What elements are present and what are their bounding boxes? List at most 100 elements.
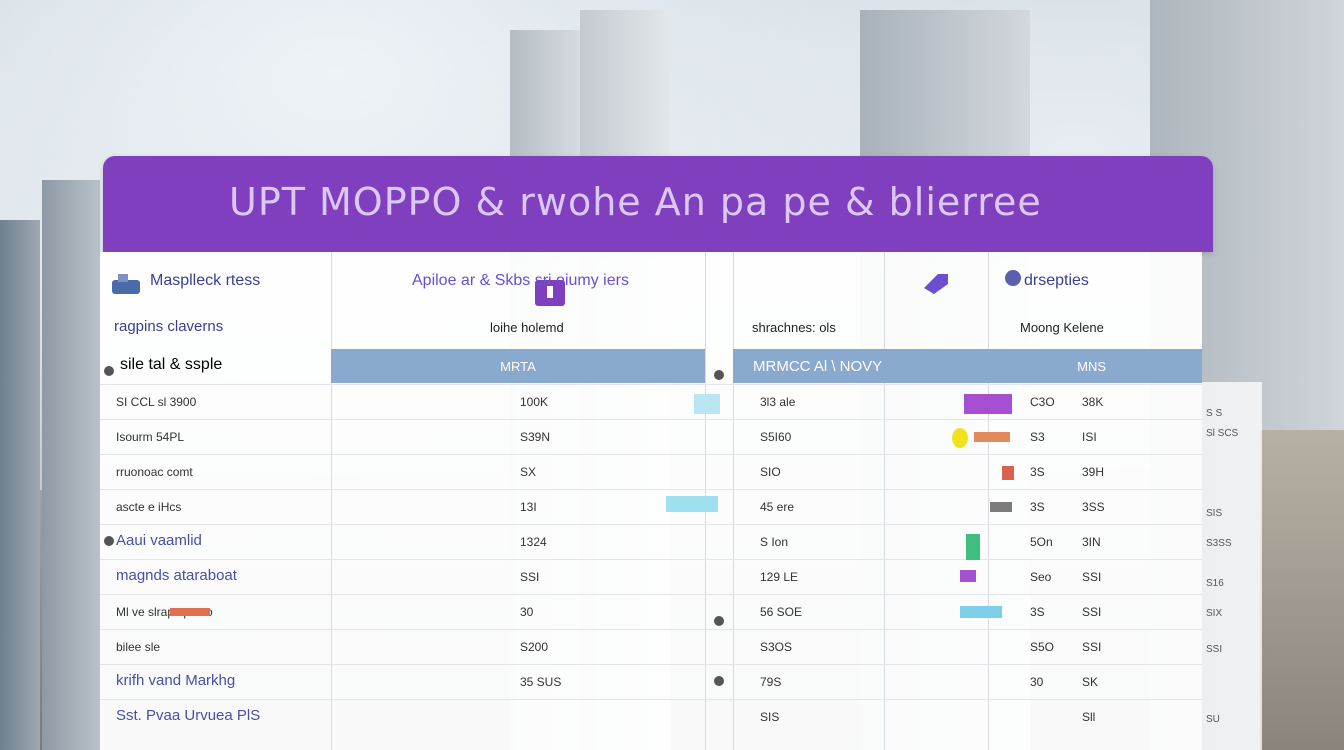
table-row[interactable]: Sst. Pvaa Urvuea PlS SIS Sll bbox=[100, 699, 1202, 734]
row-label: Isourm 54PL bbox=[116, 430, 185, 444]
subheader-bar-mid: MRTA bbox=[331, 349, 705, 383]
row-value: SIS bbox=[760, 710, 780, 724]
column-header: Apiloe ar & Skbs sri oiumy iers bbox=[412, 272, 629, 289]
row-label: SI CCL sl 3900 bbox=[116, 395, 197, 409]
row-value: SSI bbox=[1082, 640, 1102, 654]
row-value: 13I bbox=[520, 500, 537, 514]
row-value: 3S bbox=[1030, 465, 1045, 479]
table-row[interactable]: ascte e iHcs 13I 45 ere 3S 3SS bbox=[100, 489, 1202, 524]
table-row[interactable]: Isourm 54PL S39N S5I60 S3 ISI bbox=[100, 419, 1202, 454]
row-value: SK bbox=[1082, 675, 1099, 689]
row-value: 3l3 ale bbox=[760, 395, 796, 409]
table-row[interactable]: bilee sle S200 S3OS S5O SSI bbox=[100, 629, 1202, 664]
row-label: krifh vand Markhg bbox=[116, 672, 236, 689]
table-row[interactable]: SI CCL sl 3900 100K 3l3 ale C3O 38K bbox=[100, 384, 1202, 419]
row-handle[interactable] bbox=[714, 616, 724, 626]
table-row[interactable]: krifh vand Markhg 35 SUS 79S 30 SK bbox=[100, 664, 1202, 699]
column-subheader: Moong Kelene bbox=[1020, 320, 1104, 335]
column-header: drsepties bbox=[1024, 272, 1089, 289]
building bbox=[1260, 430, 1344, 750]
status-marker bbox=[960, 606, 1002, 618]
row-handle[interactable] bbox=[714, 676, 724, 686]
tag-icon bbox=[924, 274, 948, 294]
row-handle[interactable] bbox=[104, 366, 114, 376]
row-label: ascte e iHcs bbox=[116, 500, 182, 514]
status-marker bbox=[974, 432, 1010, 442]
row-value: 30 bbox=[1030, 675, 1044, 689]
building bbox=[42, 180, 100, 750]
row-label: Aaui vaamlid bbox=[116, 532, 202, 549]
row-value: 3S bbox=[1030, 500, 1045, 514]
status-marker bbox=[966, 534, 980, 560]
side-cell: S16 bbox=[1206, 578, 1224, 589]
row-value: 79S bbox=[760, 675, 782, 689]
row-handle[interactable] bbox=[104, 536, 114, 546]
row-value: 35 SUS bbox=[520, 675, 562, 689]
row-value: C3O bbox=[1030, 395, 1055, 409]
status-marker bbox=[666, 496, 718, 512]
row-value: 3SS bbox=[1082, 500, 1105, 514]
status-marker bbox=[964, 394, 1012, 414]
side-cell: Sl SCS bbox=[1206, 428, 1239, 439]
row-value: 5On bbox=[1030, 535, 1053, 549]
row-value: S200 bbox=[520, 640, 549, 654]
column-subheader: ragpins claverns bbox=[114, 318, 224, 335]
row-value: 3IN bbox=[1082, 535, 1101, 549]
row-value: S5O bbox=[1030, 640, 1055, 654]
boat-icon bbox=[112, 274, 140, 294]
row-label: magnds ataraboat bbox=[116, 567, 237, 584]
row-value: 100K bbox=[520, 395, 549, 409]
pin-icon bbox=[1005, 270, 1021, 286]
row-value: SX bbox=[520, 465, 537, 479]
status-marker bbox=[694, 394, 720, 414]
row-value: ISI bbox=[1082, 430, 1097, 444]
column-header: Masplleck rtess bbox=[150, 272, 261, 289]
row-value: Sll bbox=[1082, 710, 1096, 724]
side-cell: SIS bbox=[1206, 508, 1223, 519]
row-value: S39N bbox=[520, 430, 551, 444]
table-row[interactable]: Aaui vaamlid 1324 S Ion 5On 3IN bbox=[100, 524, 1202, 559]
title-banner: UPT MOPPO & rwohe An pa pe & blierree bbox=[103, 156, 1213, 252]
subheader-right-label: MRMCC Al \ NOVY bbox=[753, 357, 883, 375]
side-cell: SU bbox=[1206, 714, 1220, 725]
row-value: SSI bbox=[1082, 605, 1102, 619]
status-marker bbox=[960, 570, 976, 582]
row-label: Sst. Pvaa Urvuea PlS bbox=[116, 707, 261, 724]
table-row[interactable]: Ml ve slrap spesto 30 56 SOE 3S SSI bbox=[100, 594, 1202, 629]
row-value: 1324 bbox=[520, 535, 547, 549]
row-value: 30 bbox=[520, 605, 534, 619]
row-value: 56 SOE bbox=[760, 605, 803, 619]
row-label: rruonoac comt bbox=[116, 465, 193, 479]
row-value: 39H bbox=[1082, 465, 1105, 479]
column-subheader: loihe holemd bbox=[490, 320, 564, 335]
row-value: 3S bbox=[1030, 605, 1045, 619]
banner-title: UPT MOPPO & rwohe An pa pe & blierree bbox=[229, 180, 1042, 224]
row-value: S3OS bbox=[760, 640, 793, 654]
row-label: bilee sle bbox=[116, 640, 161, 654]
row-value: SIO bbox=[760, 465, 781, 479]
row-value: Seo bbox=[1030, 570, 1052, 584]
row-value: SSI bbox=[520, 570, 540, 584]
status-marker bbox=[1002, 466, 1014, 480]
table-row[interactable]: magnds ataraboat SSI 129 LE Seo SSI bbox=[100, 559, 1202, 594]
row-value: S Ion bbox=[760, 535, 789, 549]
side-cell: S S bbox=[1206, 408, 1223, 419]
row-value: 45 ere bbox=[760, 500, 795, 514]
row-value: S5I60 bbox=[760, 430, 792, 444]
data-sheet: Masplleck rtess Apiloe ar & Skbs sri oiu… bbox=[100, 252, 1202, 750]
row-handle[interactable] bbox=[714, 370, 724, 380]
status-marker bbox=[170, 608, 210, 616]
side-cell: S3SS bbox=[1206, 538, 1232, 549]
side-cell: SIX bbox=[1206, 608, 1223, 619]
subheader-far-label: MNS bbox=[1077, 358, 1106, 374]
column-subheader: shrachnes: ols bbox=[752, 320, 836, 335]
row-value: 38K bbox=[1082, 395, 1104, 409]
building bbox=[0, 220, 40, 750]
subheader-mid-label: MRTA bbox=[500, 358, 536, 374]
side-cell: SSI bbox=[1206, 644, 1223, 655]
row-value: 129 LE bbox=[760, 570, 799, 584]
status-marker bbox=[952, 428, 968, 448]
side-strip: S S Sl SCS SIS S3SS S16 SIX SSI SU bbox=[1202, 382, 1262, 750]
table-row[interactable]: rruonoac comt SX SIO 3S 39H bbox=[100, 454, 1202, 489]
subheader-left: sile tal & ssple bbox=[120, 356, 223, 373]
